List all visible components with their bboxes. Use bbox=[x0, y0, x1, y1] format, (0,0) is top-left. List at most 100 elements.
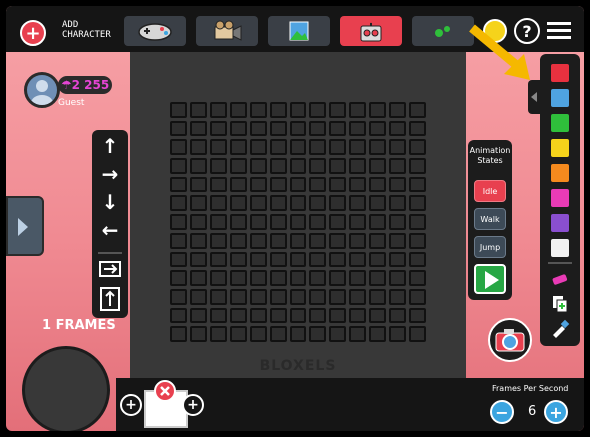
grid-cell[interactable] bbox=[329, 251, 347, 268]
grid-cell[interactable] bbox=[349, 251, 367, 268]
grid-cell[interactable] bbox=[229, 288, 247, 305]
tab-game-controller[interactable] bbox=[124, 16, 186, 46]
grid-cell[interactable] bbox=[389, 139, 407, 156]
grid-cell[interactable] bbox=[249, 270, 267, 286]
grid-cell[interactable] bbox=[329, 270, 347, 286]
grid-cell[interactable] bbox=[289, 270, 307, 286]
grid-cell[interactable] bbox=[309, 102, 327, 118]
grid-cell[interactable] bbox=[269, 270, 287, 286]
tab-camera-film[interactable] bbox=[196, 16, 258, 46]
grid-cell[interactable] bbox=[369, 120, 387, 137]
grid-cell[interactable] bbox=[329, 176, 347, 193]
shift-left-button[interactable]: ← bbox=[92, 218, 128, 242]
grid-cell[interactable] bbox=[170, 102, 187, 118]
grid-cell[interactable] bbox=[209, 158, 227, 174]
menu-icon[interactable] bbox=[546, 18, 572, 44]
grid-cell[interactable] bbox=[269, 326, 287, 342]
tab-gallery[interactable] bbox=[268, 16, 330, 46]
grid-cell[interactable] bbox=[229, 158, 247, 174]
grid-cell[interactable] bbox=[170, 288, 187, 305]
grid-cell[interactable] bbox=[309, 158, 327, 174]
color-swatch[interactable] bbox=[551, 239, 569, 257]
flip-horizontal-icon[interactable] bbox=[98, 258, 122, 280]
color-swatch[interactable] bbox=[551, 64, 569, 82]
pixel-grid[interactable] bbox=[170, 102, 426, 342]
grid-cell[interactable] bbox=[329, 120, 347, 137]
grid-cell[interactable] bbox=[349, 176, 367, 193]
grid-cell[interactable] bbox=[389, 120, 407, 137]
grid-cell[interactable] bbox=[369, 288, 387, 305]
grid-cell[interactable] bbox=[389, 288, 407, 305]
grid-cell[interactable] bbox=[389, 232, 407, 249]
grid-cell[interactable] bbox=[369, 214, 387, 230]
grid-cell[interactable] bbox=[189, 270, 207, 286]
grid-cell[interactable] bbox=[309, 270, 327, 286]
grid-cell[interactable] bbox=[349, 102, 367, 118]
grid-cell[interactable] bbox=[369, 232, 387, 249]
grid-cell[interactable] bbox=[189, 307, 207, 324]
grid-cell[interactable] bbox=[170, 139, 187, 156]
grid-cell[interactable] bbox=[170, 158, 187, 174]
state-idle-button[interactable]: Idle bbox=[474, 180, 506, 202]
grid-cell[interactable] bbox=[249, 326, 267, 342]
grid-cell[interactable] bbox=[409, 251, 426, 268]
grid-cell[interactable] bbox=[309, 251, 327, 268]
grid-cell[interactable] bbox=[369, 251, 387, 268]
grid-cell[interactable] bbox=[289, 232, 307, 249]
grid-cell[interactable] bbox=[309, 232, 327, 249]
grid-cell[interactable] bbox=[409, 120, 426, 137]
grid-cell[interactable] bbox=[229, 120, 247, 137]
grid-cell[interactable] bbox=[329, 214, 347, 230]
grid-cell[interactable] bbox=[369, 307, 387, 324]
shift-down-button[interactable]: ↓ bbox=[92, 190, 128, 214]
grid-cell[interactable] bbox=[409, 270, 426, 286]
copy-icon[interactable] bbox=[548, 294, 572, 314]
color-swatch[interactable] bbox=[551, 139, 569, 157]
color-swatch[interactable] bbox=[551, 189, 569, 207]
grid-cell[interactable] bbox=[170, 251, 187, 268]
grid-cell[interactable] bbox=[269, 158, 287, 174]
shift-up-button[interactable]: ↑ bbox=[92, 134, 128, 158]
grid-cell[interactable] bbox=[289, 307, 307, 324]
grid-cell[interactable] bbox=[389, 270, 407, 286]
grid-cell[interactable] bbox=[249, 214, 267, 230]
grid-cell[interactable] bbox=[209, 139, 227, 156]
eraser-icon[interactable] bbox=[548, 270, 572, 290]
grid-cell[interactable] bbox=[170, 120, 187, 137]
grid-cell[interactable] bbox=[170, 307, 187, 324]
grid-cell[interactable] bbox=[229, 251, 247, 268]
grid-cell[interactable] bbox=[409, 195, 426, 212]
grid-cell[interactable] bbox=[170, 232, 187, 249]
grid-cell[interactable] bbox=[229, 195, 247, 212]
grid-cell[interactable] bbox=[369, 176, 387, 193]
color-swatch[interactable] bbox=[551, 164, 569, 182]
grid-cell[interactable] bbox=[349, 232, 367, 249]
grid-cell[interactable] bbox=[249, 139, 267, 156]
grid-cell[interactable] bbox=[309, 195, 327, 212]
grid-cell[interactable] bbox=[209, 288, 227, 305]
grid-cell[interactable] bbox=[389, 158, 407, 174]
grid-cell[interactable] bbox=[329, 326, 347, 342]
flip-vertical-icon[interactable] bbox=[98, 286, 122, 312]
grid-cell[interactable] bbox=[309, 176, 327, 193]
grid-cell[interactable] bbox=[189, 214, 207, 230]
grid-cell[interactable] bbox=[329, 102, 347, 118]
left-drawer-toggle[interactable] bbox=[6, 196, 44, 256]
grid-cell[interactable] bbox=[389, 176, 407, 193]
grid-cell[interactable] bbox=[409, 288, 426, 305]
grid-cell[interactable] bbox=[170, 176, 187, 193]
grid-cell[interactable] bbox=[209, 307, 227, 324]
grid-cell[interactable] bbox=[189, 139, 207, 156]
grid-cell[interactable] bbox=[209, 251, 227, 268]
grid-cell[interactable] bbox=[289, 288, 307, 305]
joystick[interactable] bbox=[22, 346, 110, 431]
grid-cell[interactable] bbox=[209, 270, 227, 286]
grid-cell[interactable] bbox=[249, 307, 267, 324]
grid-cell[interactable] bbox=[249, 288, 267, 305]
grid-cell[interactable] bbox=[249, 195, 267, 212]
state-jump-button[interactable]: Jump bbox=[474, 236, 506, 258]
grid-cell[interactable] bbox=[329, 195, 347, 212]
tab-art[interactable] bbox=[412, 16, 474, 46]
grid-cell[interactable] bbox=[369, 102, 387, 118]
grid-cell[interactable] bbox=[309, 326, 327, 342]
